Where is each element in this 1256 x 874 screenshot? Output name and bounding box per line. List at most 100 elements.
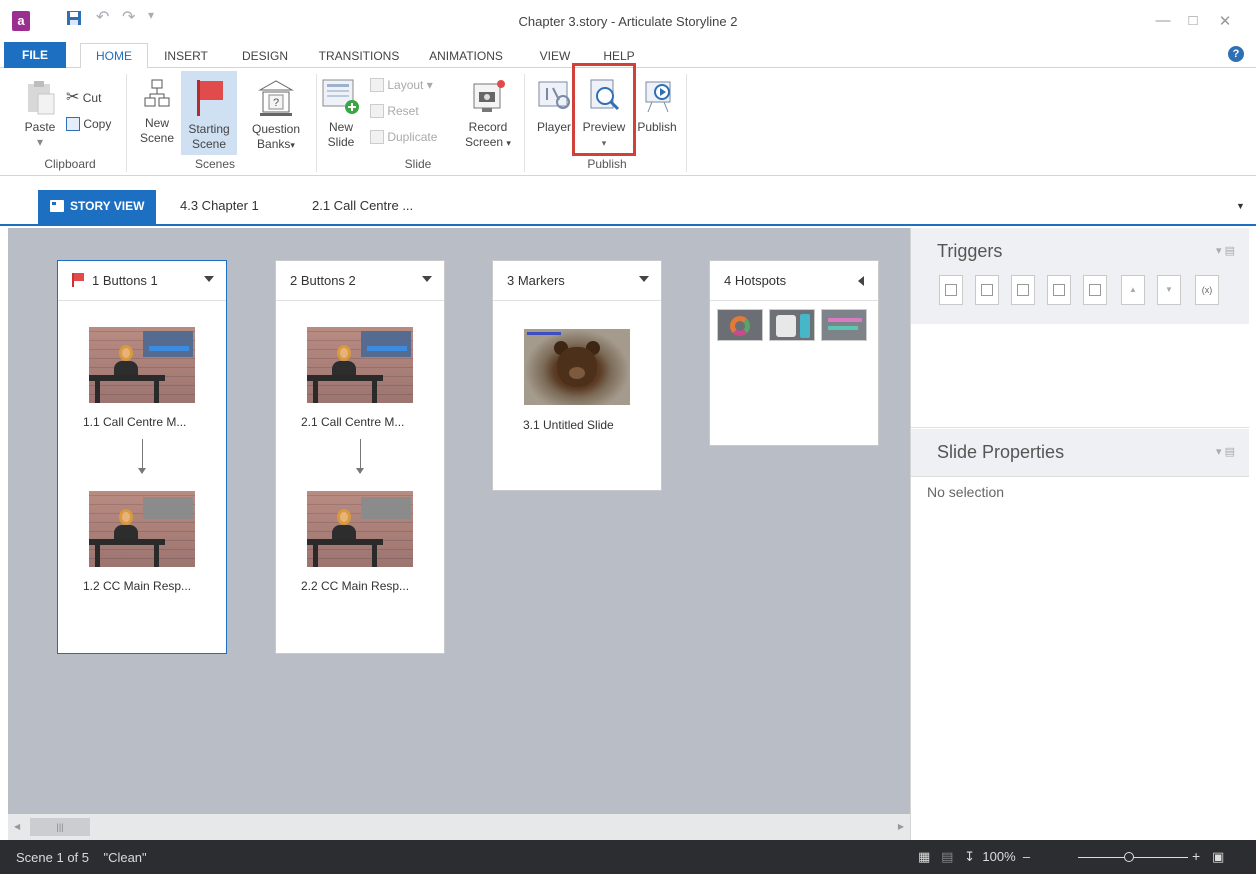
new-scene-button[interactable]: New Scene <box>136 78 178 146</box>
move-up-icon[interactable]: ▲ <box>1121 275 1145 305</box>
tab-animations[interactable]: ANIMATIONS <box>420 46 512 68</box>
slide-thumbnail[interactable] <box>821 309 867 341</box>
starting-scene-label-2: Scene <box>191 137 227 151</box>
scene-card[interactable]: 2 Buttons 2 2.1 Call Centre M... 2.2 CC … <box>275 260 445 654</box>
paste-trigger-icon[interactable] <box>1047 275 1071 305</box>
tab-story-view[interactable]: STORY VIEW <box>38 190 157 224</box>
move-down-icon[interactable]: ▼ <box>1157 275 1181 305</box>
duplicate-button[interactable]: Duplicate <box>370 130 437 145</box>
slide-connector-arrow <box>356 439 364 474</box>
tab-home[interactable]: HOME <box>80 43 148 69</box>
maximize-icon[interactable]: □ <box>1182 12 1204 29</box>
cut-icon: ✂ <box>66 89 80 106</box>
close-icon[interactable]: ✕ <box>1214 12 1236 30</box>
publish-button[interactable]: Publish <box>632 78 682 135</box>
slide-label[interactable]: 1.2 CC Main Resp... <box>83 579 191 593</box>
status-controls: ▦ ▤ ↧ 100% – <box>918 849 1030 865</box>
scrollbar-thumb[interactable]: ||| <box>30 818 90 836</box>
new-scene-label-1: New <box>144 116 169 130</box>
panel-options-icon[interactable]: ▾ ▤ <box>1216 445 1235 458</box>
slide-thumbnail[interactable] <box>524 329 630 405</box>
group-divider <box>686 74 687 172</box>
player-button[interactable]: Player <box>532 78 576 135</box>
reset-button[interactable]: Reset <box>370 104 419 119</box>
slide-thumbnail[interactable] <box>307 491 413 567</box>
chevron-down-icon[interactable] <box>422 276 432 282</box>
fit-window-icon[interactable]: ▣ <box>1212 849 1224 865</box>
layout-button[interactable]: Layout ▾ <box>370 78 433 93</box>
minimize-icon[interactable]: — <box>1152 12 1174 29</box>
scene-card[interactable]: 1 Buttons 1 1.1 Call Centre M... 1.2 CC … <box>57 260 227 654</box>
slide-thumbnail[interactable] <box>89 327 195 403</box>
question-banks-button[interactable]: ? Question Banks▾ <box>244 78 308 153</box>
story-view-icon <box>50 200 64 212</box>
tabs-overflow-icon[interactable]: ▼ <box>1236 190 1245 224</box>
tab-insert[interactable]: INSERT <box>158 46 214 68</box>
slide-properties-panel: Slide Properties ▾ ▤ <box>911 429 1249 477</box>
copy-button[interactable]: Copy <box>66 117 111 132</box>
variables-icon[interactable]: (x) <box>1195 275 1219 305</box>
player-label: Player <box>536 120 571 134</box>
slide-thumbnail[interactable] <box>89 491 195 567</box>
group-divider <box>126 74 127 172</box>
flag-icon <box>72 273 84 287</box>
new-trigger-icon[interactable] <box>939 275 963 305</box>
scene-title: 2 Buttons 2 <box>290 273 356 288</box>
cut-label: Cut <box>82 91 102 105</box>
help-icon[interactable]: ? <box>1228 46 1244 62</box>
panel-options-icon[interactable]: ▾ ▤ <box>1216 244 1235 257</box>
zoom-in-icon[interactable]: + <box>1192 848 1200 864</box>
record-screen-button[interactable]: Record Screen ▾ <box>460 78 516 151</box>
scene-card[interactable]: 4 Hotspots <box>709 260 879 446</box>
triggers-title: Triggers <box>937 241 1003 261</box>
slide-connector-arrow <box>138 439 146 474</box>
slide-thumbnail[interactable] <box>307 327 413 403</box>
question-banks-label-1: Question <box>251 122 301 136</box>
right-panels: Triggers ▾ ▤ ▲ ▼ (x) Slide Properties ▾ … <box>910 228 1256 840</box>
starting-scene-button[interactable]: Starting Scene <box>181 78 237 152</box>
tab-transitions[interactable]: TRANSITIONS <box>310 46 408 68</box>
copy-trigger-icon[interactable] <box>1011 275 1035 305</box>
slide-label[interactable]: 3.1 Untitled Slide <box>523 418 614 432</box>
fit-icon[interactable]: ↧ <box>964 849 975 864</box>
scene-header[interactable]: 1 Buttons 1 <box>58 261 226 301</box>
slide-label[interactable]: 1.1 Call Centre M... <box>83 415 186 429</box>
chevron-left-icon[interactable] <box>858 276 864 286</box>
new-slide-button[interactable]: New Slide <box>318 78 364 150</box>
zoom-slider-thumb[interactable] <box>1124 852 1134 862</box>
scene-card[interactable]: 3 Markers 3.1 Untitled Slide <box>492 260 662 491</box>
chevron-down-icon[interactable] <box>639 276 649 282</box>
horizontal-scrollbar[interactable]: ◀ ||| ▶ <box>8 814 910 840</box>
edit-trigger-icon[interactable] <box>975 275 999 305</box>
layout-icon <box>370 78 384 92</box>
paste-button[interactable]: Paste ▾ <box>20 80 60 150</box>
window-title: Chapter 3.story - Articulate Storyline 2 <box>518 14 738 29</box>
slide-view-mode-icon[interactable]: ▤ <box>941 849 953 864</box>
paste-icon <box>28 81 55 115</box>
scroll-right-icon[interactable]: ▶ <box>898 822 904 831</box>
tab-design[interactable]: DESIGN <box>232 46 298 68</box>
tab-file[interactable]: FILE <box>4 42 66 68</box>
scroll-left-icon[interactable]: ◀ <box>14 822 20 831</box>
status-bar: Scene 1 of 5 "Clean" ▦ ▤ ↧ 100% – + ▣ <box>0 840 1256 874</box>
story-view-mode-icon[interactable]: ▦ <box>918 849 930 864</box>
slide-label[interactable]: 2.1 Call Centre M... <box>301 415 404 429</box>
story-canvas[interactable]: 1 Buttons 1 1.1 Call Centre M... 1.2 CC … <box>8 228 910 814</box>
tab-chapter[interactable]: 4.3 Chapter 1 <box>180 190 259 224</box>
slide-label[interactable]: 2.2 CC Main Resp... <box>301 579 409 593</box>
zoom-out-icon[interactable]: – <box>1023 849 1030 864</box>
slide-thumbnail[interactable] <box>717 309 763 341</box>
starting-scene-label-1: Starting <box>188 122 230 136</box>
tab-call-centre[interactable]: 2.1 Call Centre ... <box>312 190 413 224</box>
slide-thumbnail[interactable] <box>769 309 815 341</box>
delete-trigger-icon[interactable] <box>1083 275 1107 305</box>
duplicate-icon <box>370 130 384 144</box>
triggers-list[interactable] <box>911 324 1249 428</box>
publish-icon <box>645 81 671 113</box>
scene-header[interactable]: 3 Markers <box>493 261 661 301</box>
cut-button[interactable]: ✂ Cut <box>66 90 101 106</box>
chevron-down-icon[interactable] <box>204 276 214 282</box>
copy-icon <box>66 117 80 131</box>
scene-header[interactable]: 4 Hotspots <box>710 261 878 301</box>
scene-header[interactable]: 2 Buttons 2 <box>276 261 444 301</box>
